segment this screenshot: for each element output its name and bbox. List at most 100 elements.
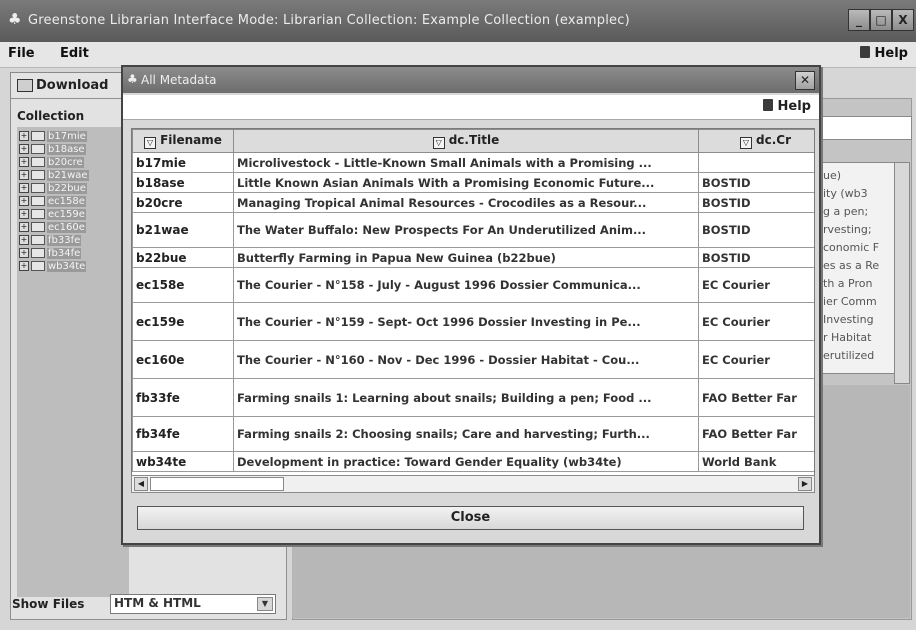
funnel-icon[interactable]: ▽ [432, 137, 445, 149]
expand-icon[interactable]: + [19, 170, 29, 180]
scroll-left-icon[interactable]: ◀ [134, 477, 148, 491]
cell-dc-title[interactable]: Managing Tropical Animal Resources - Cro… [233, 192, 699, 213]
tree-item[interactable]: + b21wae [19, 170, 89, 183]
table-row[interactable]: fb33fe Farming snails 1: Learning about s… [132, 378, 814, 417]
column-header-dc-creator[interactable]: ▽ dc.Cr [698, 129, 814, 153]
column-header-dc-title[interactable]: ▽ dc.Title [233, 129, 699, 153]
cell-filename[interactable]: fb33fe [132, 378, 234, 417]
column-header-filename[interactable]: ▽ Filename [132, 129, 234, 153]
dialog-close-icon[interactable]: ✕ [795, 71, 815, 90]
cell-filename[interactable]: b18ase [132, 172, 234, 193]
cell-dc-title[interactable]: The Courier - N°158 - July - August 1996… [233, 267, 699, 303]
table-row[interactable]: wb34te Development in practice: Toward Ge… [132, 451, 814, 472]
cell-filename[interactable]: b17mie [132, 152, 234, 173]
expand-icon[interactable]: + [19, 144, 29, 154]
table-row[interactable]: fb34fe Farming snails 2: Choosing snails;… [132, 416, 814, 452]
cell-dc-creator[interactable]: EC Courier [698, 340, 814, 379]
metadata-list-item[interactable]: r Habitat [823, 331, 897, 344]
menu-file[interactable]: File [8, 46, 35, 61]
cell-dc-creator[interactable]: FAO Better Far [698, 378, 814, 417]
cell-dc-title[interactable]: Microlivestock - Little-Known Small Anim… [233, 152, 699, 173]
metadata-list-item[interactable]: g a pen; [823, 205, 897, 218]
cell-dc-title[interactable]: The Courier - N°160 - Nov - Dec 1996 - D… [233, 340, 699, 379]
expand-icon[interactable]: + [19, 131, 29, 141]
cell-dc-creator[interactable]: BOSTID [698, 212, 814, 248]
table-row[interactable]: b17mie Microlivestock - Little-Known Smal… [132, 152, 814, 173]
cell-dc-title[interactable]: Development in practice: Toward Gender E… [233, 451, 699, 472]
cell-dc-creator[interactable] [698, 152, 814, 173]
expand-icon[interactable]: + [19, 196, 29, 206]
cell-filename[interactable]: ec160e [132, 340, 234, 379]
collection-tree[interactable]: + b17mie + b18ase + b20cre + b21wae + b22bue + ec15… [17, 127, 129, 597]
cell-filename[interactable]: ec158e [132, 267, 234, 303]
expand-icon[interactable]: + [19, 222, 29, 232]
metadata-list-item[interactable]: ue) [823, 169, 897, 182]
tree-item[interactable]: + b22bue [19, 183, 87, 196]
metadata-list-item[interactable]: es as a Re [823, 259, 897, 272]
metadata-list-item[interactable]: erutilized [823, 349, 897, 362]
cell-filename[interactable]: ec159e [132, 302, 234, 341]
cell-dc-creator[interactable]: BOSTID [698, 247, 814, 268]
tree-item[interactable]: + fb33fe [19, 235, 82, 248]
metadata-list-item[interactable]: th a Pron [823, 277, 897, 290]
expand-icon[interactable]: + [19, 209, 29, 219]
table-row[interactable]: ec160e The Courier - N°160 - Nov - Dec 19… [132, 340, 814, 379]
cell-dc-creator[interactable]: FAO Better Far [698, 416, 814, 452]
expand-icon[interactable]: + [19, 261, 29, 271]
funnel-icon[interactable]: ▽ [740, 137, 752, 149]
cell-dc-title[interactable]: Farming snails 1: Learning about snails;… [233, 378, 699, 417]
cell-dc-creator[interactable]: EC Courier [698, 267, 814, 303]
scroll-thumb[interactable] [150, 477, 284, 491]
cell-filename[interactable]: b20cre [132, 192, 234, 213]
cell-filename[interactable]: b21wae [132, 212, 234, 248]
metadata-list-item[interactable]: conomic F [823, 241, 897, 254]
metadata-value-field[interactable] [818, 116, 912, 140]
tree-item[interactable]: + ec159e [19, 209, 86, 222]
tree-item[interactable]: + wb34te [19, 261, 87, 274]
close-button[interactable]: Close [137, 506, 804, 530]
cell-dc-title[interactable]: The Courier - N°159 - Sept- Oct 1996 Dos… [233, 302, 699, 341]
funnel-icon[interactable]: ▽ [144, 137, 157, 149]
minimize-button[interactable]: _ [848, 9, 870, 31]
cell-dc-creator[interactable]: BOSTID [698, 172, 814, 193]
horizontal-scrollbar[interactable]: ◀ ▶ [131, 475, 815, 493]
scroll-right-icon[interactable]: ▶ [798, 477, 812, 491]
table-row[interactable]: b18ase Little Known Asian Animals With a … [132, 172, 814, 193]
tree-item[interactable]: + fb34fe [19, 248, 82, 261]
expand-icon[interactable]: + [19, 248, 29, 258]
tab-download[interactable]: Download [10, 72, 130, 99]
table-row[interactable]: ec159e The Courier - N°159 - Sept- Oct 19… [132, 302, 814, 341]
metadata-list-item[interactable]: rvesting; [823, 223, 897, 236]
cell-dc-creator[interactable]: World Bank [698, 451, 814, 472]
tree-item[interactable]: + ec158e [19, 196, 86, 209]
dialog-help-button[interactable]: Help [762, 99, 811, 114]
menu-help[interactable]: Help [859, 46, 908, 61]
cell-dc-title[interactable]: Butterfly Farming in Papua New Guinea (b… [233, 247, 699, 268]
table-row[interactable]: b20cre Managing Tropical Animal Resources… [132, 192, 814, 213]
cell-filename[interactable]: b22bue [132, 247, 234, 268]
maximize-button[interactable]: □ [870, 9, 892, 31]
cell-filename[interactable]: fb34fe [132, 416, 234, 452]
metadata-list[interactable]: ue) ity (wb3 g a pen; rvesting; conomic F es … [818, 162, 898, 374]
cell-dc-creator[interactable]: BOSTID [698, 192, 814, 213]
metadata-list-item[interactable]: Investing [823, 313, 897, 326]
metadata-list-scrollbar[interactable] [894, 162, 910, 384]
metadata-list-item[interactable]: ier Comm [823, 295, 897, 308]
table-row[interactable]: ec158e The Courier - N°158 - July - Augus… [132, 267, 814, 303]
cell-dc-title[interactable]: The Water Buffalo: New Prospects For An … [233, 212, 699, 248]
metadata-list-item[interactable]: ity (wb3 [823, 187, 897, 200]
expand-icon[interactable]: + [19, 235, 29, 245]
expand-icon[interactable]: + [19, 183, 29, 193]
cell-dc-title[interactable]: Little Known Asian Animals With a Promis… [233, 172, 699, 193]
metadata-table[interactable]: ▽ Filename ▽ dc.Title ▽ dc.Cr b17mie Microli… [131, 128, 815, 491]
show-files-select[interactable]: HTM & HTML ▼ [110, 594, 276, 614]
table-row[interactable]: b21wae The Water Buffalo: New Prospects F… [132, 212, 814, 248]
cell-filename[interactable]: wb34te [132, 451, 234, 472]
table-row[interactable]: b22bue Butterfly Farming in Papua New Gui… [132, 247, 814, 268]
close-window-button[interactable]: X [892, 9, 914, 31]
tree-item[interactable]: + b20cre [19, 157, 84, 170]
tree-item[interactable]: + ec160e [19, 222, 86, 235]
tree-item[interactable]: + b17mie [19, 131, 87, 144]
cell-dc-title[interactable]: Farming snails 2: Choosing snails; Care … [233, 416, 699, 452]
tree-item[interactable]: + b18ase [19, 144, 86, 157]
